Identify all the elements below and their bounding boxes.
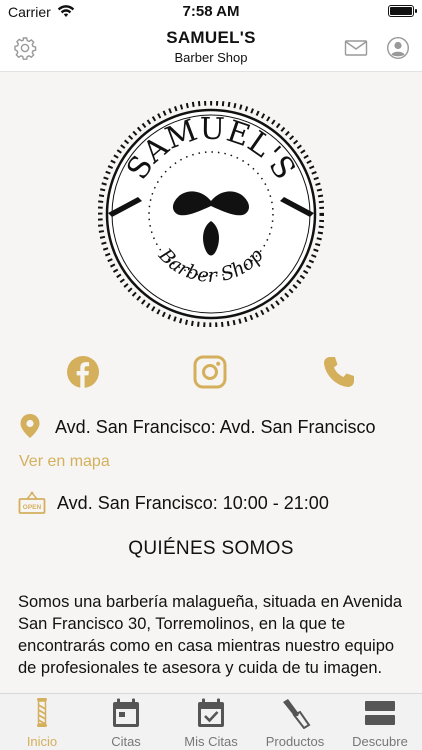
address-row: Avd. San Francisco: Avd. San Francisco	[19, 413, 409, 441]
calendar-check-icon	[198, 698, 224, 727]
tab-productos[interactable]: Productos	[253, 694, 337, 750]
menu-icon	[365, 701, 395, 725]
instagram-icon[interactable]	[193, 355, 227, 389]
bottom-tab-bar: Inicio Citas Mis Citas Productos Descubr…	[0, 693, 422, 750]
opening-hours-row: OPEN Avd. San Francisco: 10:00 - 21:00	[18, 489, 408, 519]
tab-descubre[interactable]: Descubre	[338, 694, 422, 750]
razor-icon	[283, 699, 311, 729]
status-bar: Carrier 7:58 AM	[0, 0, 422, 24]
tab-label: Productos	[265, 734, 325, 749]
location-pin-icon	[20, 414, 40, 438]
view-on-map-link[interactable]: Ver en mapa	[19, 453, 110, 471]
profile-icon[interactable]	[386, 36, 410, 60]
svg-text:OPEN: OPEN	[23, 504, 42, 511]
home-content[interactable]: SAMUEL'S Barber Shop Avd. San Francisco:…	[0, 73, 422, 693]
battery-icon	[388, 5, 417, 17]
tab-label: Descubre	[352, 734, 408, 749]
tab-label: Citas	[111, 734, 141, 749]
opening-hours-text: Avd. San Francisco: 10:00 - 21:00	[57, 493, 329, 513]
tab-mis-citas[interactable]: Mis Citas	[169, 694, 253, 750]
facebook-icon[interactable]	[66, 355, 100, 389]
phone-icon[interactable]	[322, 355, 356, 389]
address-text: Avd. San Francisco: Avd. San Francisco	[55, 417, 376, 437]
calendar-icon	[113, 698, 139, 727]
tab-citas[interactable]: Citas	[84, 694, 168, 750]
clock: 7:58 AM	[182, 3, 240, 20]
tab-label: Inicio	[26, 734, 58, 749]
tab-label: Mis Citas	[184, 734, 238, 749]
about-us-heading: QUIÉNES SOMOS	[128, 538, 294, 559]
tab-inicio[interactable]: Inicio	[0, 694, 84, 750]
top-navigation-bar: SAMUEL'S Barber Shop	[0, 24, 422, 72]
barber-pole-icon	[37, 698, 47, 727]
about-us-text: Somos una barbería malagueña, situada en…	[18, 593, 403, 677]
mail-icon[interactable]	[344, 36, 368, 60]
open-sign-icon: OPEN	[18, 491, 46, 514]
barber-shop-logo: SAMUEL'S Barber Shop	[98, 101, 324, 327]
